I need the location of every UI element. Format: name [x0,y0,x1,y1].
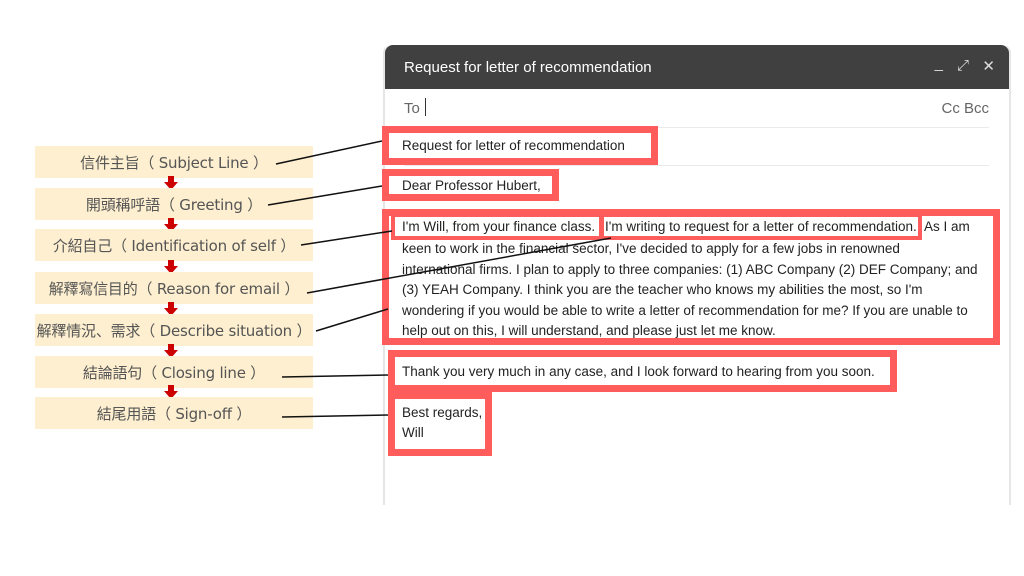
connector-line [306,237,612,294]
connector-line [281,414,389,418]
connector-line [267,185,383,206]
connector-line [281,374,389,378]
connector-line [300,230,393,246]
connector-lines [267,140,612,418]
connector-line [275,140,383,165]
connector-line [315,308,389,332]
